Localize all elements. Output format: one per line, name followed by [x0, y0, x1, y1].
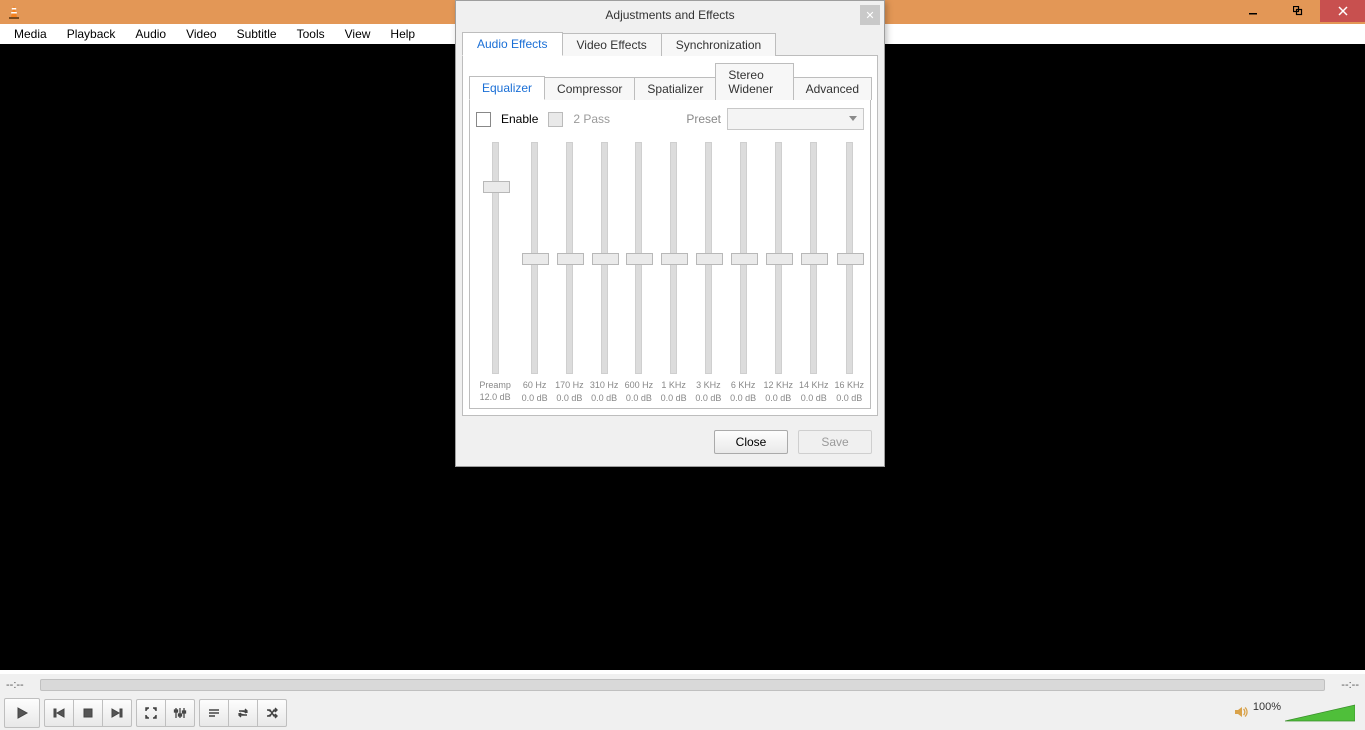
eq-slider-16khz[interactable]	[846, 142, 853, 374]
enable-checkbox[interactable]	[476, 112, 491, 127]
eq-db: 0.0 dB	[556, 393, 582, 404]
tab-video-effects[interactable]: Video Effects	[562, 33, 662, 56]
tab-equalizer[interactable]: Equalizer	[469, 76, 545, 100]
eq-freq: 600 Hz	[625, 380, 654, 391]
speaker-icon[interactable]	[1233, 704, 1249, 723]
playlist-button[interactable]	[199, 699, 229, 727]
eq-slider-14khz[interactable]	[810, 142, 817, 374]
play-button[interactable]	[4, 698, 40, 728]
preamp-db: 12.0 dB	[480, 392, 511, 402]
eq-db: 0.0 dB	[661, 393, 687, 404]
eq-db: 0.0 dB	[801, 393, 827, 404]
seek-slider[interactable]	[40, 679, 1325, 691]
eq-slider-6khz[interactable]	[740, 142, 747, 374]
dialog-title: Adjustments and Effects	[605, 8, 734, 22]
eq-db: 0.0 dB	[695, 393, 721, 404]
window-minimize-button[interactable]	[1230, 0, 1275, 22]
stop-button[interactable]	[73, 699, 103, 727]
eq-slider-3khz[interactable]	[705, 142, 712, 374]
eq-db: 0.0 dB	[836, 393, 862, 404]
tab-spatializer[interactable]: Spatializer	[634, 77, 716, 100]
playlist-group	[199, 699, 287, 727]
eq-db: 0.0 dB	[730, 393, 756, 404]
eq-slider-310hz[interactable]	[601, 142, 608, 374]
view-group	[136, 699, 195, 727]
skip-group	[44, 699, 132, 727]
time-remaining: --:--	[1331, 679, 1359, 691]
menu-playback[interactable]: Playback	[57, 25, 126, 43]
tab-advanced[interactable]: Advanced	[793, 77, 872, 100]
eq-freq: 14 KHz	[799, 380, 829, 391]
eq-freq: 1 KHz	[661, 380, 686, 391]
eq-slider-12khz[interactable]	[775, 142, 782, 374]
seek-row: --:-- --:--	[0, 674, 1365, 696]
eq-slider-1khz[interactable]	[670, 142, 677, 374]
eq-db: 0.0 dB	[626, 393, 652, 404]
eq-freq: 6 KHz	[731, 380, 756, 391]
extended-settings-button[interactable]	[165, 699, 195, 727]
dialog-close-button[interactable]: ✕	[860, 5, 880, 25]
next-button[interactable]	[102, 699, 132, 727]
volume-slider[interactable]	[1285, 703, 1355, 723]
menu-view[interactable]: View	[335, 25, 381, 43]
eq-slider-600hz[interactable]	[635, 142, 642, 374]
tab-synchronization[interactable]: Synchronization	[661, 33, 776, 56]
eq-freq: 16 KHz	[834, 380, 864, 391]
eq-db: 0.0 dB	[591, 393, 617, 404]
control-bar: 100%	[0, 696, 1365, 730]
menu-audio[interactable]: Audio	[125, 25, 176, 43]
adjustments-effects-dialog: Adjustments and Effects ✕ Audio Effects …	[455, 0, 885, 467]
time-elapsed: --:--	[6, 679, 34, 691]
preset-select[interactable]	[727, 108, 864, 130]
eq-freq: 12 KHz	[763, 380, 793, 391]
preamp-slider[interactable]	[492, 142, 499, 374]
save-button[interactable]: Save	[798, 430, 872, 454]
close-button[interactable]: Close	[714, 430, 788, 454]
menu-subtitle[interactable]: Subtitle	[227, 25, 287, 43]
eq-slider-60hz[interactable]	[531, 142, 538, 374]
eq-freq: 310 Hz	[590, 380, 619, 391]
preset-label: Preset	[686, 112, 721, 126]
shuffle-button[interactable]	[257, 699, 287, 727]
volume-area: 100%	[1233, 701, 1361, 725]
tab-stereo-widener[interactable]: Stereo Widener	[715, 63, 793, 100]
eq-db: 0.0 dB	[765, 393, 791, 404]
eq-freq: 60 Hz	[523, 380, 547, 391]
tab-audio-effects[interactable]: Audio Effects	[462, 32, 563, 56]
fullscreen-button[interactable]	[136, 699, 166, 727]
dialog-titlebar[interactable]: Adjustments and Effects ✕	[456, 1, 884, 29]
window-close-button[interactable]	[1320, 0, 1365, 22]
loop-button[interactable]	[228, 699, 258, 727]
eq-slider-170hz[interactable]	[566, 142, 573, 374]
preamp-label: Preamp	[479, 380, 511, 390]
menu-help[interactable]: Help	[380, 25, 425, 43]
two-pass-label: 2 Pass	[573, 112, 610, 126]
menu-tools[interactable]: Tools	[287, 25, 335, 43]
enable-label: Enable	[501, 112, 538, 126]
vlc-cone-icon	[6, 4, 22, 20]
two-pass-checkbox	[548, 112, 563, 127]
eq-freq: 3 KHz	[696, 380, 721, 391]
menu-video[interactable]: Video	[176, 25, 226, 43]
window-maximize-button[interactable]	[1275, 0, 1320, 22]
tab-compressor[interactable]: Compressor	[544, 77, 635, 100]
menu-media[interactable]: Media	[4, 25, 57, 43]
previous-button[interactable]	[44, 699, 74, 727]
eq-db: 0.0 dB	[522, 393, 548, 404]
volume-percent: 100%	[1253, 701, 1281, 713]
eq-freq: 170 Hz	[555, 380, 584, 391]
